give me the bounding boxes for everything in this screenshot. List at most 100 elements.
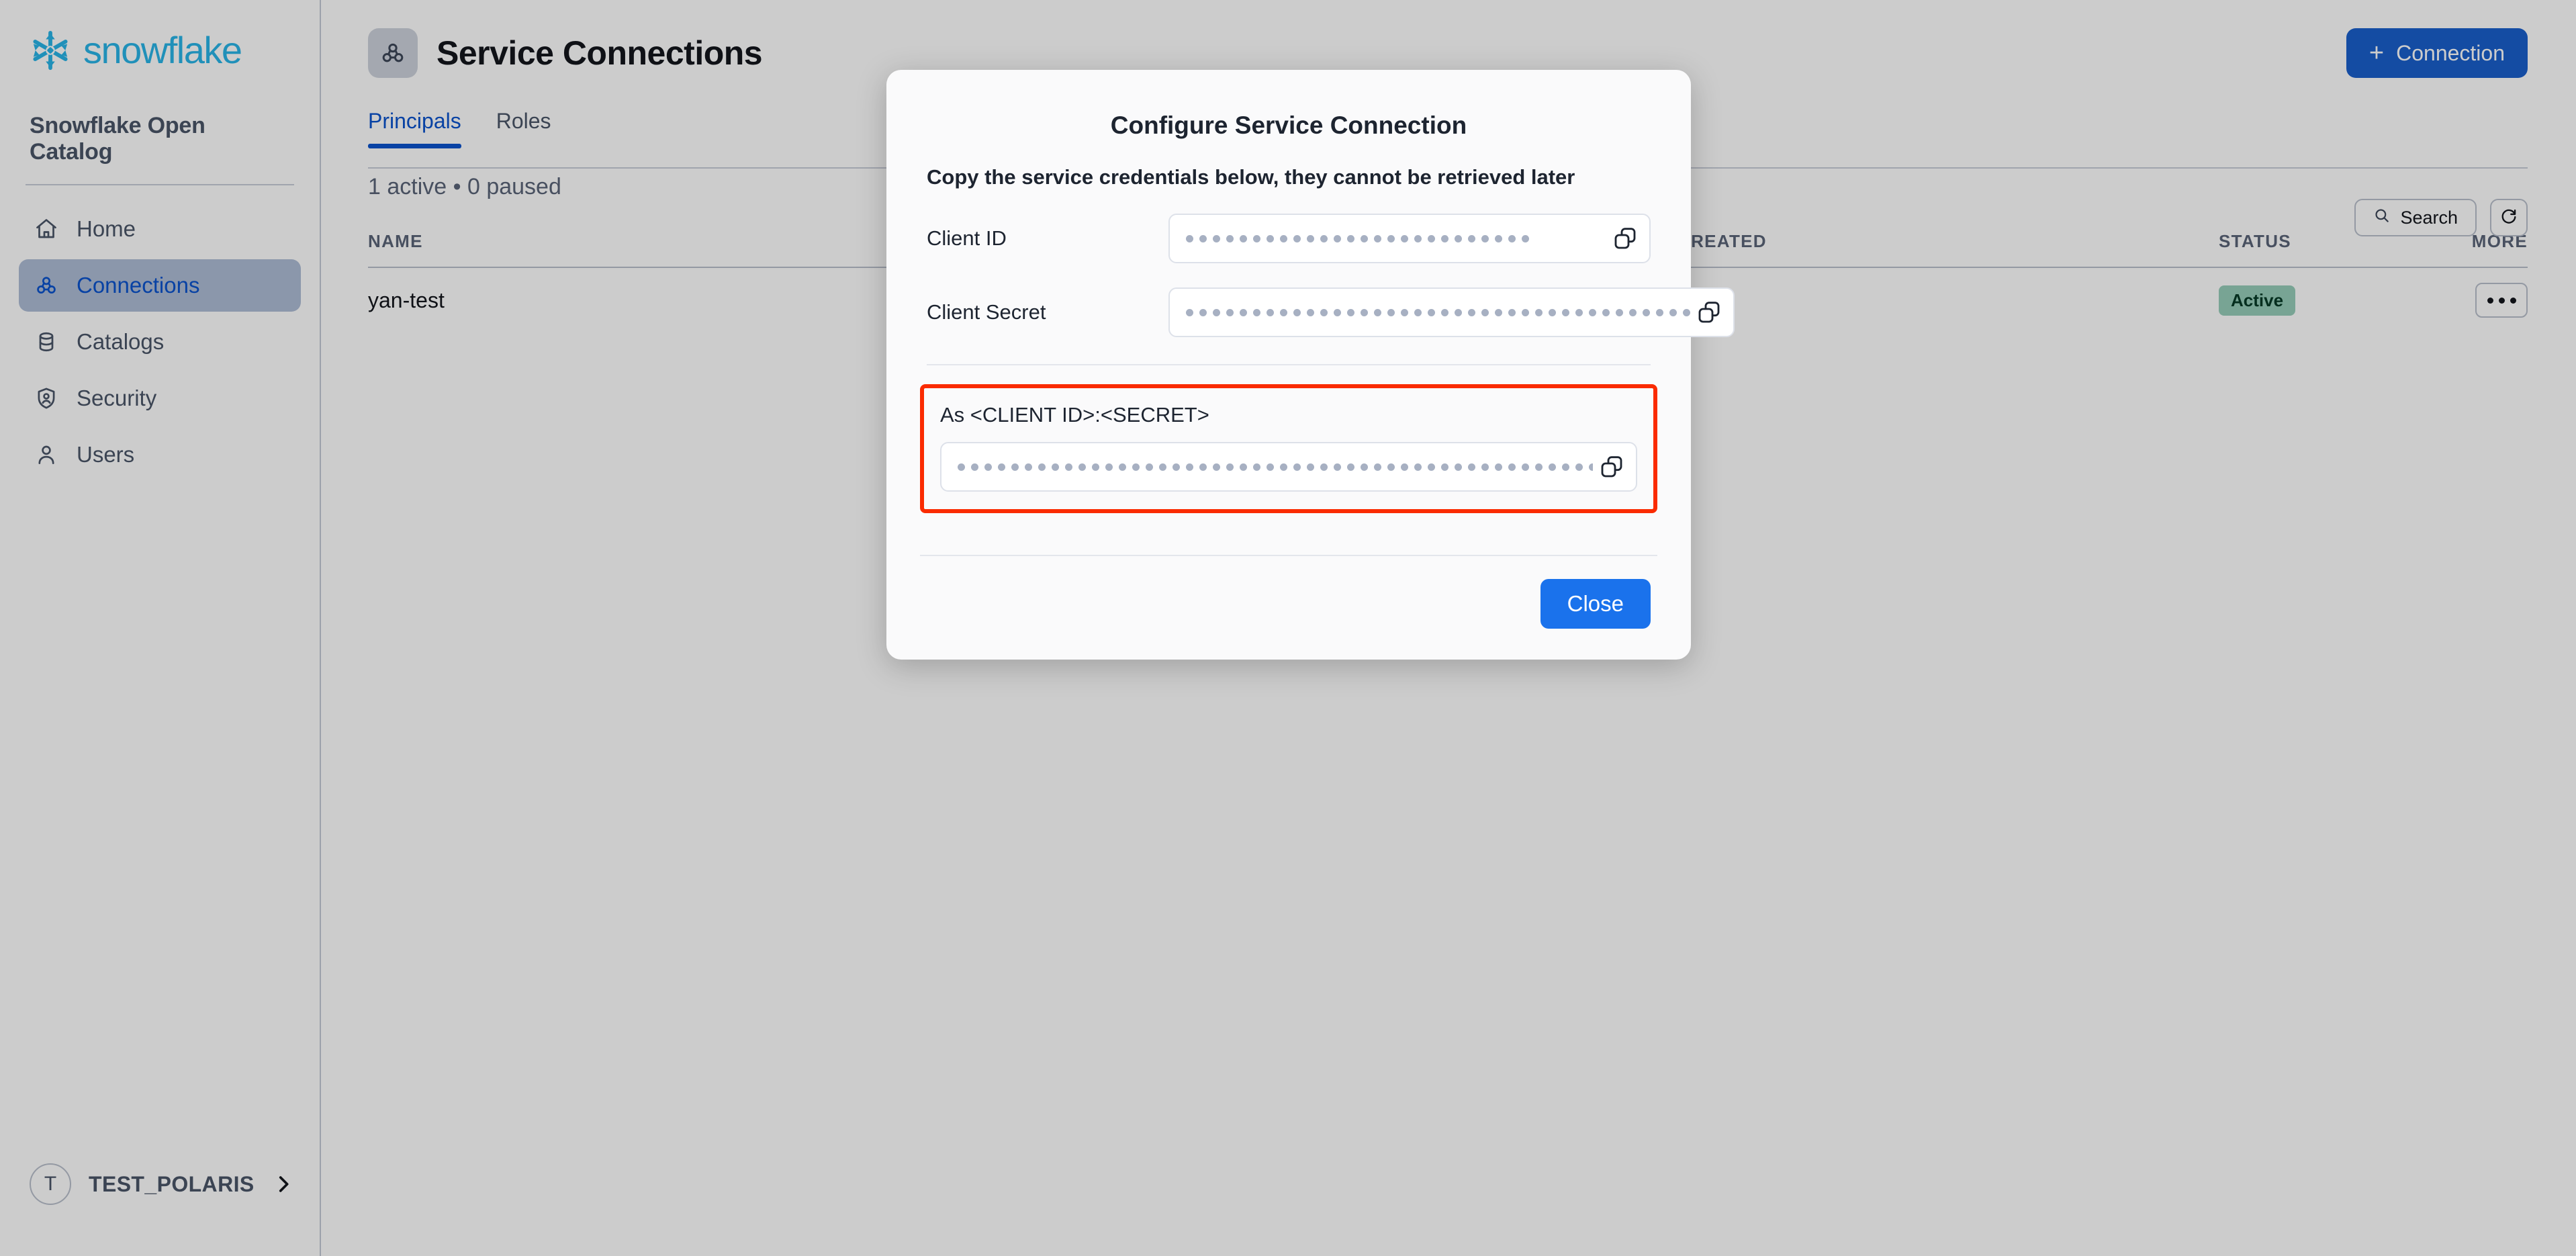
- masked-dot: [1428, 463, 1435, 471]
- masked-dot: [1119, 463, 1126, 471]
- masked-dot: [1535, 463, 1543, 471]
- masked-dot: [1267, 308, 1274, 316]
- masked-dot: [984, 463, 992, 471]
- masked-dot: [1468, 234, 1475, 242]
- masked-dot: [1038, 463, 1046, 471]
- masked-dot: [971, 463, 978, 471]
- masked-dot: [958, 463, 965, 471]
- masked-dot: [1522, 463, 1529, 471]
- masked-dot: [1656, 308, 1663, 316]
- masked-dot: [1240, 308, 1247, 316]
- masked-dot: [1186, 308, 1193, 316]
- client-secret-label: Client Secret: [927, 300, 1046, 324]
- masked-dot: [1522, 308, 1529, 316]
- masked-dot: [1240, 234, 1247, 242]
- masked-dot: [1199, 234, 1207, 242]
- masked-dot: [1428, 308, 1435, 316]
- masked-dot: [1428, 234, 1435, 242]
- masked-dot: [1334, 234, 1341, 242]
- masked-dot: [1307, 463, 1314, 471]
- masked-dot: [1414, 463, 1422, 471]
- masked-dot: [1575, 463, 1583, 471]
- masked-dot: [1374, 234, 1381, 242]
- masked-dot: [1562, 308, 1569, 316]
- masked-dot: [1508, 234, 1516, 242]
- dialog-divider: [927, 364, 1651, 365]
- masked-dot: [1481, 308, 1489, 316]
- masked-dot: [1307, 234, 1314, 242]
- client-id-row: Client ID: [927, 214, 1651, 263]
- masked-dot: [1575, 308, 1583, 316]
- masked-dot: [1226, 308, 1234, 316]
- masked-dot: [1226, 463, 1234, 471]
- client-id-label: Client ID: [927, 226, 1007, 250]
- masked-dot: [1361, 463, 1368, 471]
- combined-credentials-label: As <CLIENT ID>:<SECRET>: [940, 403, 1209, 427]
- masked-dot: [1374, 308, 1381, 316]
- masked-dot: [1347, 308, 1354, 316]
- masked-dot: [1683, 308, 1690, 316]
- masked-dot: [1522, 234, 1529, 242]
- client-secret-field[interactable]: [1168, 287, 1735, 337]
- masked-dot: [1508, 463, 1516, 471]
- masked-dot: [1616, 308, 1623, 316]
- copy-icon[interactable]: [1690, 294, 1728, 331]
- client-secret-row: Client Secret: [927, 287, 1735, 337]
- masked-dot: [1092, 463, 1099, 471]
- masked-dot: [1213, 234, 1220, 242]
- masked-dot: [1267, 234, 1274, 242]
- client-id-field[interactable]: [1168, 214, 1651, 263]
- masked-dot: [1065, 463, 1072, 471]
- masked-dot: [1240, 463, 1247, 471]
- masked-dot: [1481, 234, 1489, 242]
- masked-dot: [1199, 308, 1207, 316]
- close-button[interactable]: Close: [1540, 579, 1651, 629]
- masked-dot: [1535, 308, 1543, 316]
- masked-dot: [1226, 234, 1234, 242]
- masked-dot: [1280, 234, 1287, 242]
- masked-dot: [1468, 308, 1475, 316]
- masked-dot: [1455, 234, 1462, 242]
- combined-credentials-row: [940, 442, 1637, 492]
- masked-dot: [1186, 234, 1193, 242]
- configure-service-connection-dialog: Configure Service Connection Copy the se…: [886, 70, 1735, 660]
- masked-dot: [1414, 308, 1422, 316]
- masked-dot: [1159, 463, 1166, 471]
- masked-dot: [1468, 463, 1475, 471]
- combined-credentials-field[interactable]: [940, 442, 1637, 492]
- masked-dot: [1293, 234, 1301, 242]
- masked-dot: [1361, 308, 1368, 316]
- combined-credentials-masked-value: [958, 463, 1593, 471]
- masked-dot: [1078, 463, 1086, 471]
- masked-dot: [1401, 463, 1408, 471]
- masked-dot: [1455, 463, 1462, 471]
- masked-dot: [1387, 234, 1395, 242]
- masked-dot: [1320, 463, 1328, 471]
- copy-icon[interactable]: [1593, 448, 1630, 486]
- masked-dot: [1549, 308, 1556, 316]
- masked-dot: [1011, 463, 1019, 471]
- masked-dot: [1105, 463, 1113, 471]
- masked-dot: [1441, 463, 1448, 471]
- masked-dot: [1334, 308, 1341, 316]
- masked-dot: [1320, 308, 1328, 316]
- masked-dot: [1213, 308, 1220, 316]
- dialog-footer: Close: [886, 556, 1691, 660]
- dialog-subtitle: Copy the service credentials below, they…: [927, 165, 1575, 189]
- masked-dot: [1374, 463, 1381, 471]
- masked-dot: [1495, 234, 1502, 242]
- masked-dot: [1280, 463, 1287, 471]
- masked-dot: [1669, 308, 1677, 316]
- masked-dot: [1602, 308, 1610, 316]
- dialog-title: Configure Service Connection: [1110, 111, 1467, 139]
- copy-icon[interactable]: [1606, 220, 1644, 257]
- client-id-masked-value: [1186, 234, 1606, 242]
- masked-dot: [1253, 308, 1260, 316]
- masked-dot: [1495, 308, 1502, 316]
- client-secret-masked-value: [1186, 308, 1690, 316]
- masked-dot: [1280, 308, 1287, 316]
- masked-dot: [1562, 463, 1569, 471]
- masked-dot: [1387, 308, 1395, 316]
- combined-credentials-highlight: As <CLIENT ID>:<SECRET>: [920, 384, 1657, 513]
- masked-dot: [1267, 463, 1274, 471]
